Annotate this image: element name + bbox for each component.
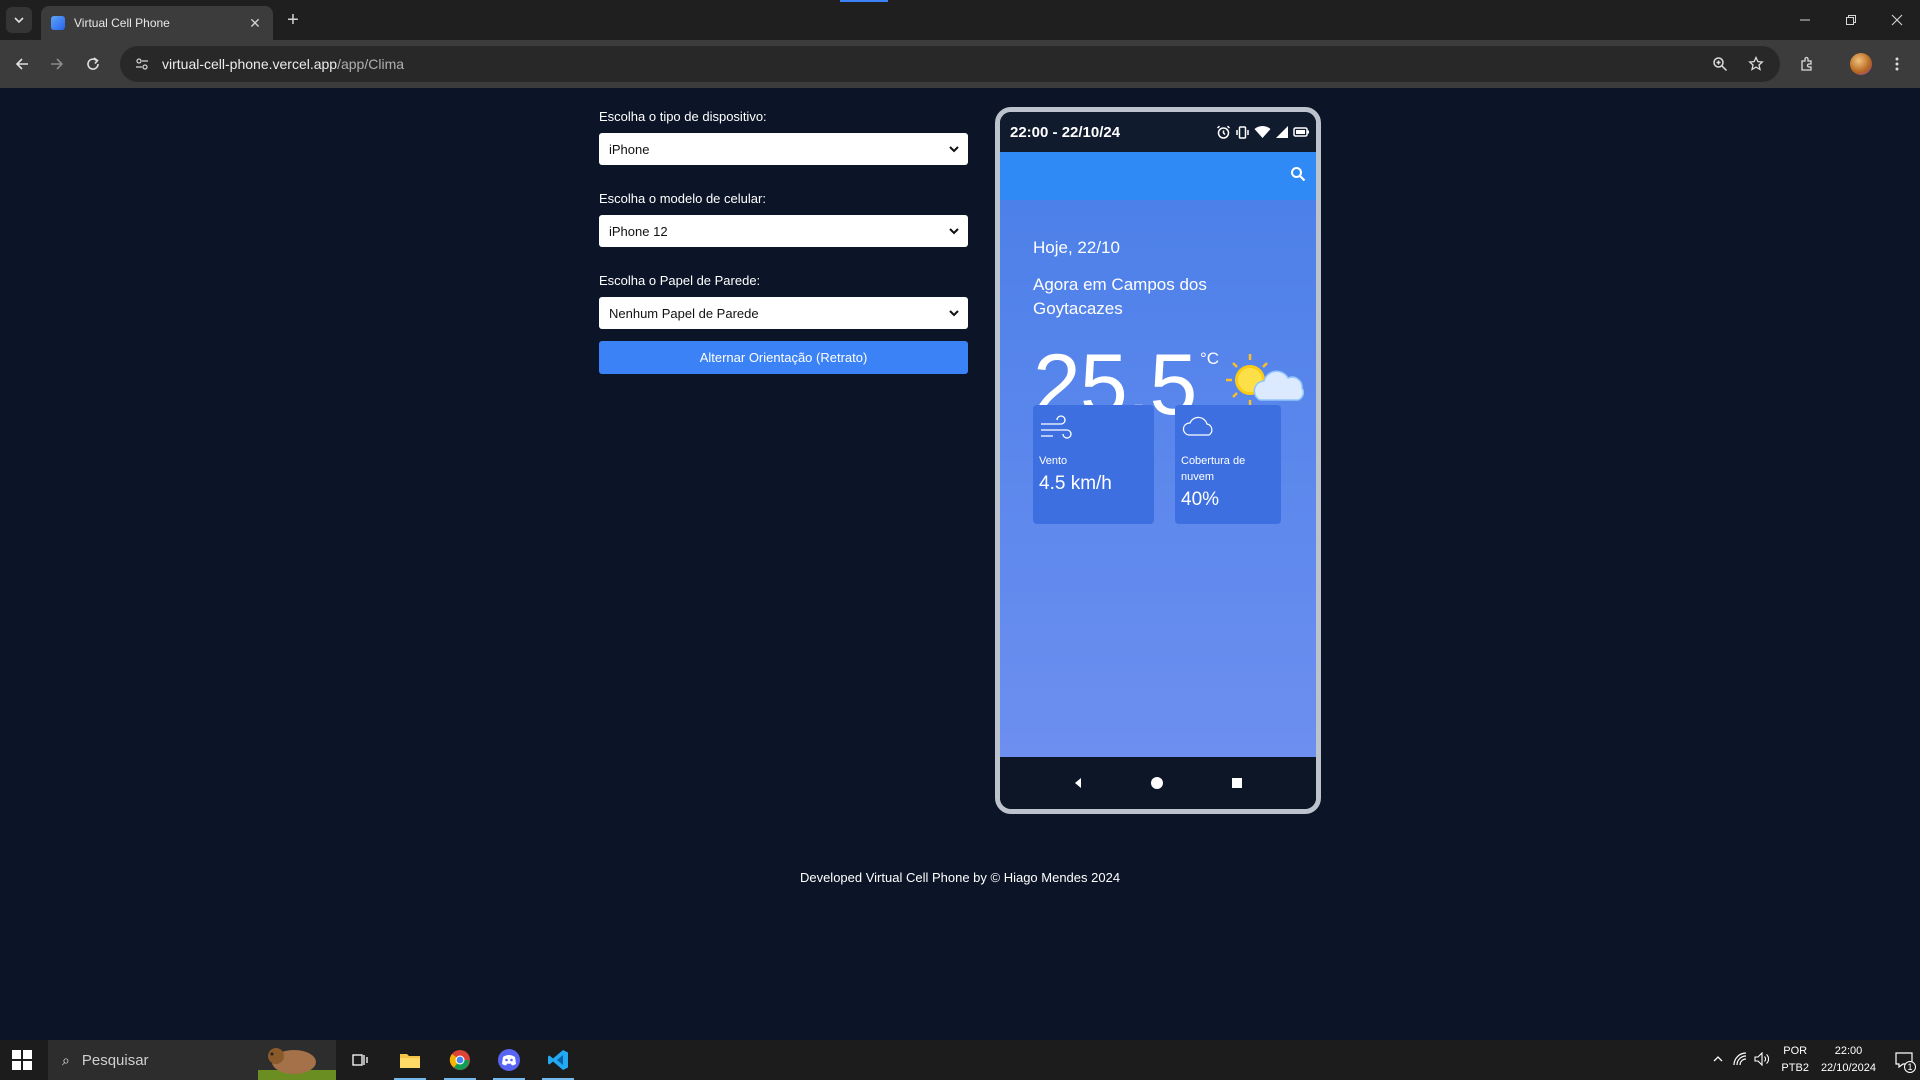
vscode-icon[interactable] — [538, 1040, 578, 1080]
wallpaper-value: Nenhum Papel de Parede — [609, 305, 759, 321]
signal-icon — [1276, 126, 1288, 138]
zoom-icon[interactable] — [1710, 54, 1730, 74]
windows-taskbar: ⌕ Pesquisar POR PTB2 22:00 22/10/2024 1 — [0, 1040, 1920, 1080]
favicon-icon — [51, 16, 65, 30]
window-controls — [1782, 0, 1920, 40]
language-indicator[interactable]: POR PTB2 — [1781, 1043, 1809, 1077]
restore-icon[interactable] — [1828, 0, 1874, 40]
cloud-icon — [1182, 416, 1213, 436]
wifi-icon — [1254, 125, 1271, 138]
phone-status-bar: 22:00 - 22/10/24 — [1000, 112, 1316, 152]
new-tab-button[interactable]: + — [282, 9, 304, 31]
wind-card: Vento 4.5 km/h — [1033, 405, 1154, 524]
site-info-icon[interactable] — [134, 56, 150, 72]
device-type-label: Escolha o tipo de dispositivo: — [599, 109, 767, 124]
back-triangle-icon[interactable] — [1073, 777, 1083, 789]
wind-label: Vento — [1039, 455, 1068, 467]
chevron-down-icon — [949, 310, 959, 317]
search-highlight-illustration — [258, 1048, 336, 1080]
chevron-down-icon — [949, 146, 959, 153]
weather-location: Agora em Campos dos Goytacazes — [1033, 275, 1207, 318]
clock-time: 22:00 — [1834, 1045, 1863, 1057]
temperature-unit: °C — [1200, 349, 1220, 368]
wallpaper-select[interactable]: Nenhum Papel de Parede — [599, 297, 968, 329]
url-host: virtual-cell-phone.vercel.app — [162, 56, 338, 72]
bookmark-star-icon[interactable] — [1746, 54, 1766, 74]
clock-date: 22/10/2024 — [1820, 1062, 1876, 1074]
model-select[interactable]: iPhone 12 — [599, 215, 968, 247]
search-icon[interactable] — [1290, 166, 1306, 182]
battery-icon — [1293, 127, 1309, 137]
file-explorer-icon[interactable] — [390, 1040, 430, 1080]
model-value: iPhone 12 — [609, 223, 668, 239]
chevron-down-icon — [14, 17, 24, 24]
phone-nav-bar — [1000, 757, 1316, 809]
close-window-icon[interactable] — [1874, 0, 1920, 40]
minimize-icon[interactable] — [1782, 0, 1828, 40]
notification-count: 1 — [1904, 1061, 1916, 1073]
browser-toolbar: virtual-cell-phone.vercel.app/app/Clima — [0, 40, 1920, 88]
tab-virtual-cell-phone[interactable]: Virtual Cell Phone ✕ — [41, 6, 273, 40]
chrome-icon[interactable] — [440, 1040, 480, 1080]
taskbar-clock[interactable]: 22:00 22/10/2024 — [1821, 1043, 1876, 1077]
wallpaper-label: Escolha o Papel de Parede: — [599, 273, 761, 288]
recents-square-icon[interactable] — [1231, 777, 1243, 789]
taskbar-search[interactable]: ⌕ Pesquisar — [48, 1040, 336, 1080]
weather-app-screen: Hoje, 22/10 Agora em Campos dos Goytacaz… — [1000, 152, 1316, 757]
cloud-cover-card: Cobertura de nuvem 40% — [1175, 405, 1281, 524]
status-time: 22:00 - 22/10/24 — [1010, 123, 1121, 141]
search-icon: ⌕ — [62, 1051, 70, 1068]
model-label: Escolha o modelo de celular: — [599, 191, 766, 206]
reload-icon[interactable] — [81, 52, 105, 76]
avatar — [1850, 53, 1872, 75]
phone-frame: 22:00 - 22/10/24 Hoje, 22/10 Agora em Ca… — [995, 107, 1321, 814]
tab-drag-indicator — [840, 0, 888, 2]
tab-bar: Virtual Cell Phone ✕ + — [0, 0, 1920, 40]
device-type-value: iPhone — [609, 141, 650, 157]
network-icon[interactable] — [1729, 1051, 1751, 1069]
taskbar-search-placeholder: Pesquisar — [81, 1051, 149, 1069]
windows-start-icon[interactable] — [12, 1050, 32, 1070]
weather-app-bar — [1000, 152, 1316, 200]
menu-kebab-icon[interactable] — [1885, 52, 1909, 76]
discord-icon[interactable] — [489, 1040, 529, 1080]
close-tab-icon[interactable]: ✕ — [247, 15, 263, 31]
back-icon[interactable] — [10, 52, 34, 76]
forward-icon[interactable] — [45, 52, 69, 76]
language-code: POR — [1783, 1045, 1808, 1057]
address-bar[interactable]: virtual-cell-phone.vercel.app/app/Clima — [120, 46, 1780, 82]
tab-title: Virtual Cell Phone — [74, 16, 170, 30]
profile-avatar[interactable] — [1849, 52, 1873, 76]
tab-search-button[interactable] — [6, 7, 32, 33]
home-circle-icon[interactable] — [1150, 776, 1164, 790]
cloud-cover-value: 40% — [1181, 489, 1220, 510]
toggle-orientation-button[interactable]: Alternar Orientação (Retrato) — [599, 341, 968, 374]
wind-icon — [1041, 415, 1072, 439]
chevron-down-icon — [949, 228, 959, 235]
chevron-up-icon[interactable] — [1707, 1053, 1729, 1068]
weather-date: Hoje, 22/10 — [1033, 238, 1120, 257]
footer-credit: Developed Virtual Cell Phone by © Hiago … — [799, 870, 1121, 885]
notification-center-icon[interactable]: 1 — [1888, 1040, 1920, 1080]
cloud-cover-label: Cobertura de nuvem — [1181, 455, 1246, 483]
system-tray: POR PTB2 22:00 22/10/2024 1 — [1707, 1040, 1920, 1080]
settings-panel: Escolha o tipo de dispositivo: iPhone Es… — [599, 109, 968, 374]
keyboard-layout: PTB2 — [1781, 1062, 1809, 1074]
wind-value: 4.5 km/h — [1039, 473, 1112, 494]
alarm-icon — [1216, 125, 1231, 139]
url-path: /app/Clima — [337, 56, 405, 72]
task-view-icon[interactable] — [340, 1040, 380, 1080]
extensions-icon[interactable] — [1795, 52, 1819, 76]
device-type-select[interactable]: iPhone — [599, 133, 968, 165]
vibrate-icon — [1236, 125, 1249, 139]
volume-icon[interactable] — [1751, 1051, 1773, 1069]
partly-cloudy-icon — [1226, 354, 1305, 406]
